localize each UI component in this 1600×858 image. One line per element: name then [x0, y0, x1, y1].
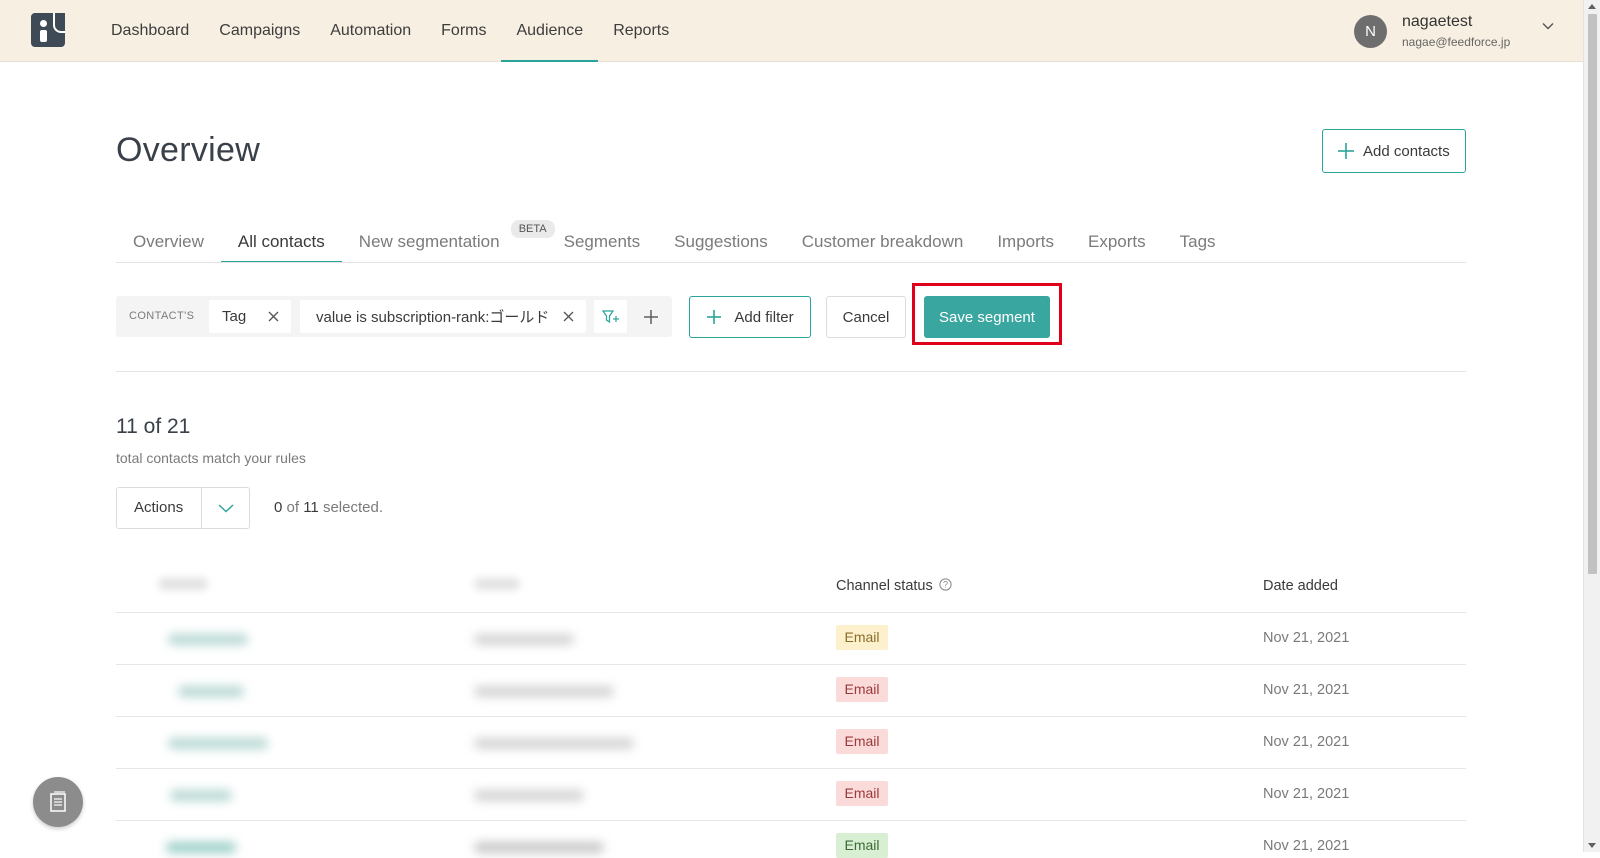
contact-email-blurred: [474, 634, 574, 645]
section-divider: [116, 371, 1466, 372]
contact-name-blurred[interactable]: [166, 842, 236, 853]
page-scrollbar[interactable]: [1583, 0, 1600, 852]
filter-prefix-label: CONTACT'S: [129, 310, 195, 322]
filter-condition-chip[interactable]: value is subscription-rank:ゴールド: [300, 300, 586, 333]
svg-text:?: ?: [943, 580, 948, 590]
plus-icon: [1338, 143, 1354, 159]
scroll-down-arrow-icon[interactable]: [1588, 843, 1596, 848]
chevron-down-icon: [218, 504, 233, 513]
row-divider: [116, 716, 1466, 717]
add-contacts-button[interactable]: Add contacts: [1322, 129, 1466, 173]
channel-status-header[interactable]: Channel status ?: [836, 578, 952, 594]
match-count: 11 of 21: [116, 415, 191, 438]
help-icon[interactable]: ?: [939, 578, 952, 591]
selection-status: 0 of 11 selected.: [274, 499, 383, 516]
channel-status-badge: Email: [836, 625, 888, 650]
contact-email-blurred: [474, 686, 614, 697]
tab-exports[interactable]: Exports: [1071, 222, 1163, 262]
close-icon[interactable]: [268, 311, 279, 322]
channel-status-header-label: Channel status: [836, 578, 933, 594]
nav-audience[interactable]: Audience: [501, 0, 599, 62]
segment-filter-bar: CONTACT'S Tag value is subscription-rank…: [116, 296, 672, 337]
user-name: nagaetest: [1402, 13, 1473, 30]
row-divider: [116, 768, 1466, 769]
selected-suffix: selected.: [322, 499, 383, 516]
avatar: N: [1354, 15, 1387, 48]
row-divider: [116, 664, 1466, 665]
channel-status-badge: Email: [836, 677, 888, 702]
scroll-thumb[interactable]: [1588, 14, 1597, 574]
tab-tags[interactable]: Tags: [1163, 222, 1233, 262]
contact-email-blurred: [474, 842, 604, 853]
plus-icon: [707, 310, 722, 324]
nav-automation[interactable]: Automation: [315, 0, 426, 62]
plus-icon: [644, 309, 658, 324]
channel-status-badge: Email: [836, 781, 888, 806]
nav-campaigns[interactable]: Campaigns: [204, 0, 315, 62]
page-title: Overview: [116, 131, 261, 169]
row-divider: [116, 612, 1466, 613]
name-header-blurred: [158, 578, 208, 590]
date-added-header[interactable]: Date added: [1263, 578, 1338, 594]
add-filter-label: Add filter: [734, 308, 794, 326]
logo-corner: [53, 13, 65, 33]
row-divider: [116, 820, 1466, 821]
user-info: nagaetest nagae@feedforce.jp: [1402, 12, 1510, 51]
channel-status-badge: Email: [836, 729, 888, 754]
contact-name-blurred[interactable]: [178, 686, 244, 697]
filter-condition-label: value is subscription-rank:ゴールド: [316, 309, 550, 326]
date-added-cell: Nov 21, 2021: [1263, 786, 1350, 802]
close-icon[interactable]: [563, 311, 574, 322]
logo-bar: [40, 30, 47, 42]
nav-forms[interactable]: Forms: [426, 0, 501, 62]
main-nav: Dashboard Campaigns Automation Forms Aud…: [96, 0, 684, 62]
contact-name-blurred[interactable]: [170, 790, 232, 801]
filter-field-chip[interactable]: Tag: [209, 300, 291, 333]
email-header-blurred: [474, 578, 520, 590]
date-added-cell: Nov 21, 2021: [1263, 630, 1350, 646]
tab-suggestions[interactable]: Suggestions: [657, 222, 785, 262]
contact-name-blurred[interactable]: [168, 634, 248, 645]
match-count-subtitle: total contacts match your rules: [116, 450, 306, 466]
notes-floating-button[interactable]: [33, 777, 83, 827]
document-icon: [50, 791, 66, 812]
add-sub-filter-button[interactable]: [594, 300, 627, 333]
cancel-button[interactable]: Cancel: [826, 296, 906, 338]
date-added-cell: Nov 21, 2021: [1263, 682, 1350, 698]
contact-name-blurred[interactable]: [168, 738, 268, 749]
tab-imports[interactable]: Imports: [980, 222, 1071, 262]
tab-all-contacts[interactable]: All contacts: [220, 222, 342, 262]
actions-caret[interactable]: [202, 488, 249, 528]
add-condition-button[interactable]: [636, 300, 666, 333]
selected-count: 0: [274, 499, 283, 516]
tab-new-segmentation-label: New segmentation: [358, 232, 500, 251]
selected-total: 11: [303, 499, 319, 516]
save-segment-button[interactable]: Save segment: [924, 296, 1050, 338]
filter-field-label: Tag: [222, 308, 247, 325]
filter-plus-icon: [601, 309, 619, 323]
tab-customer-breakdown[interactable]: Customer breakdown: [785, 222, 981, 262]
tab-new-segmentation[interactable]: New segmentation BETA: [342, 220, 555, 262]
logo-dot: [40, 20, 47, 27]
contact-email-blurred: [474, 738, 634, 749]
user-menu[interactable]: N nagaetest nagae@feedforce.jp: [1354, 12, 1554, 51]
chevron-down-icon[interactable]: [1542, 20, 1554, 32]
channel-status-badge: Email: [836, 833, 888, 858]
add-filter-button[interactable]: Add filter: [689, 296, 811, 338]
tab-segments[interactable]: Segments: [547, 222, 658, 262]
nav-dashboard[interactable]: Dashboard: [96, 0, 204, 62]
add-contacts-label: Add contacts: [1363, 142, 1450, 160]
app-logo[interactable]: [31, 13, 65, 47]
scroll-up-arrow-icon[interactable]: [1588, 4, 1596, 9]
tab-overview[interactable]: Overview: [116, 222, 221, 262]
user-email: nagae@feedforce.jp: [1402, 35, 1511, 49]
audience-tabs: Overview All contacts New segmentation B…: [116, 220, 1466, 263]
actions-label: Actions: [117, 488, 202, 528]
actions-dropdown[interactable]: Actions: [116, 487, 250, 529]
nav-reports[interactable]: Reports: [598, 0, 684, 62]
top-navigation-bar: Dashboard Campaigns Automation Forms Aud…: [0, 0, 1583, 62]
date-added-cell: Nov 21, 2021: [1263, 734, 1350, 750]
contact-email-blurred: [474, 790, 584, 801]
